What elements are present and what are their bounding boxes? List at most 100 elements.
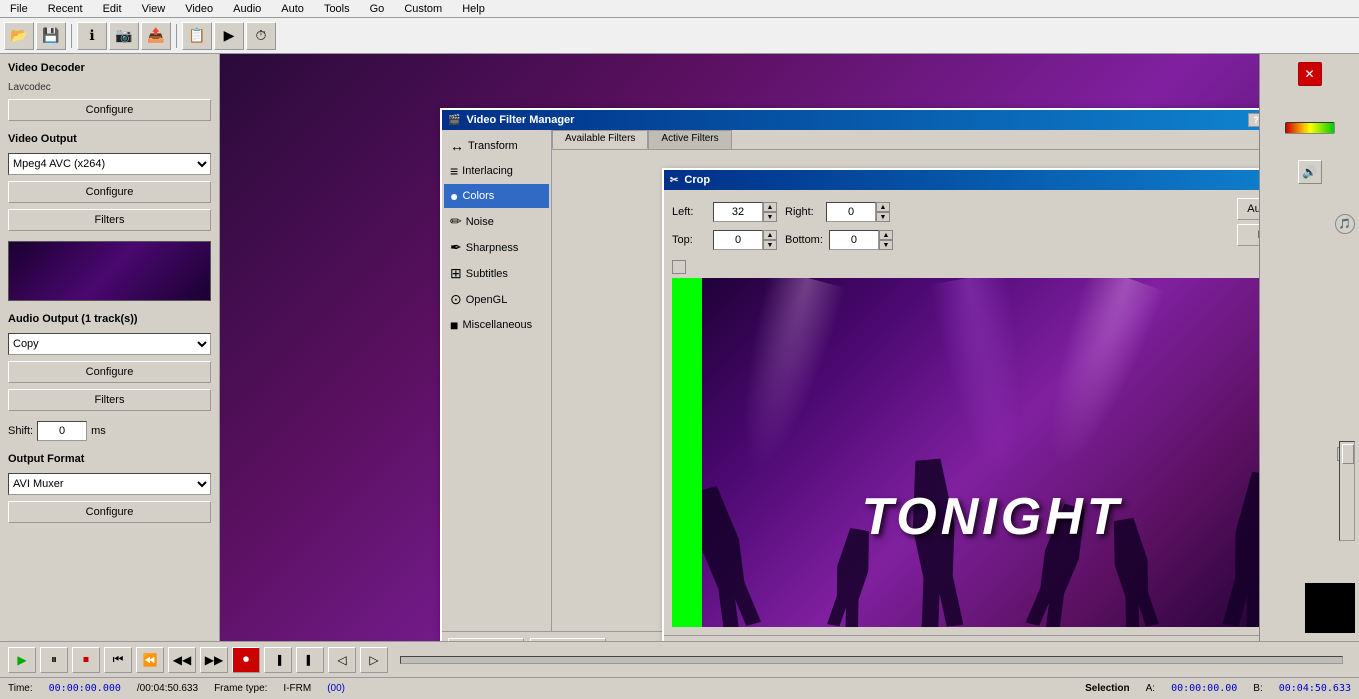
filter-item-opengl[interactable]: ⊙ OpenGL	[444, 287, 549, 312]
rewind-button[interactable]: ⏪	[136, 647, 164, 673]
save-filters-button[interactable]: Save filters	[448, 638, 524, 641]
menu-help[interactable]: Help	[456, 2, 491, 16]
menu-file[interactable]: File	[4, 2, 34, 16]
speaker-icon[interactable]: 🔊	[1298, 160, 1322, 184]
crop-left-up[interactable]: ▲	[763, 202, 777, 212]
volume-bar	[1285, 122, 1335, 134]
sharpness-icon: ✒	[450, 239, 462, 256]
tab-available-filters[interactable]: Available Filters	[552, 130, 648, 149]
save-button[interactable]: 💾	[36, 22, 66, 50]
filter-item-colors[interactable]: ● Colors	[444, 184, 549, 208]
vo-configure-button[interactable]: Configure	[8, 181, 211, 203]
load-filters-button[interactable]: Load filters	[530, 638, 606, 641]
menu-video[interactable]: Video	[179, 2, 219, 16]
step-forward-button[interactable]: ▷	[360, 647, 388, 673]
subtitles-icon: ⊞	[450, 265, 462, 282]
of-configure-button[interactable]: Configure	[8, 501, 211, 523]
ao-configure-button[interactable]: Configure	[8, 361, 211, 383]
filter-label-sharpness: Sharpness	[466, 242, 519, 254]
filter-sidebar: ↔ Transform ≡ Interlacing ● Colors ✏ Noi…	[442, 130, 552, 641]
video-output-format-select[interactable]: Mpeg4 AVC (x264)	[8, 153, 211, 175]
menu-custom[interactable]: Custom	[398, 2, 448, 16]
fast-forward-button[interactable]: ▶▶	[200, 647, 228, 673]
menu-view[interactable]: View	[136, 2, 172, 16]
crop-top-down[interactable]: ▼	[763, 240, 777, 250]
capture-button[interactable]: 📷	[109, 22, 139, 50]
filter-item-misc[interactable]: ■ Miscellaneous	[444, 313, 549, 337]
preview-area: 🎬 Video Filter Manager ? ✕ ↔ Transform ≡	[220, 54, 1259, 641]
tab-active-filters[interactable]: Active Filters	[648, 130, 731, 149]
preview-thumbnail	[8, 241, 211, 301]
misc-icon: ■	[450, 317, 458, 333]
audio-copy-select[interactable]: Copy	[8, 333, 211, 355]
reset-button[interactable]: Reset	[1237, 224, 1259, 246]
menu-recent[interactable]: Recent	[42, 2, 89, 16]
menu-tools[interactable]: Tools	[318, 2, 356, 16]
scrollbar-thumb[interactable]	[1342, 444, 1354, 464]
prev-button[interactable]: ⏮	[104, 647, 132, 673]
crop-right-input[interactable]	[826, 202, 876, 222]
shift-row: Shift: ms	[8, 421, 211, 441]
crop-top-up[interactable]: ▲	[763, 230, 777, 240]
vfm-controls: ? ✕	[1248, 113, 1259, 127]
crop-left-input[interactable]	[713, 202, 763, 222]
vfm-help-button[interactable]: ?	[1248, 113, 1259, 127]
info-button[interactable]: ℹ	[77, 22, 107, 50]
filter-item-subtitles[interactable]: ⊞ Subtitles	[444, 261, 549, 286]
segment-a-button[interactable]: ▐	[264, 647, 292, 673]
properties-button[interactable]: 📋	[182, 22, 212, 50]
crop-right-up[interactable]: ▲	[876, 202, 890, 212]
crop-right-down[interactable]: ▼	[876, 212, 890, 222]
crop-inputs: Left: ▲ ▼	[672, 198, 1227, 254]
ao-filters-button[interactable]: Filters	[8, 389, 211, 411]
crop-right-spinbox-btns: ▲ ▼	[876, 202, 890, 222]
convert-button[interactable]: ▶	[214, 22, 244, 50]
crop-left-spinbox-btns: ▲ ▼	[763, 202, 777, 222]
vd-configure-button[interactable]: Configure	[8, 99, 211, 121]
frame-type-label: Frame type:	[214, 683, 267, 694]
vertical-scrollbar[interactable]	[1339, 441, 1355, 541]
menu-auto[interactable]: Auto	[275, 2, 310, 16]
crop-bottom-input[interactable]	[829, 230, 879, 250]
output-format-select[interactable]: AVI Muxer	[8, 473, 211, 495]
audio-icon[interactable]: 🎵	[1335, 214, 1355, 234]
menu-edit[interactable]: Edit	[97, 2, 128, 16]
play-button[interactable]: ▶	[8, 647, 36, 673]
pause-button[interactable]: ⏸	[40, 647, 68, 673]
crop-top-input[interactable]	[713, 230, 763, 250]
crop-bottom-up[interactable]: ▲	[879, 230, 893, 240]
crop-title-text: Crop	[684, 174, 710, 186]
crop-lock-handle[interactable]	[672, 260, 686, 274]
crop-bottom-buttons: OK Cancel	[664, 635, 1259, 641]
video-filter-manager-dialog: 🎬 Video Filter Manager ? ✕ ↔ Transform ≡	[440, 108, 1259, 641]
filter-item-sharpness[interactable]: ✒ Sharpness	[444, 235, 549, 260]
vo-filters-button[interactable]: Filters	[8, 209, 211, 231]
filter-item-interlacing[interactable]: ≡ Interlacing	[444, 159, 549, 183]
open-button[interactable]: 📂	[4, 22, 34, 50]
shift-input[interactable]	[37, 421, 87, 441]
crop-body: Left: ▲ ▼	[664, 190, 1259, 635]
menu-go[interactable]: Go	[364, 2, 391, 16]
output-format-title: Output Format	[8, 453, 211, 465]
toolbar: 📂 💾 ℹ 📷 📤 📋 ▶ ⏱	[0, 18, 1359, 54]
dancer-6	[1222, 470, 1259, 627]
fast-rewind-button[interactable]: ◀◀	[168, 647, 196, 673]
stop-button[interactable]: ⏹	[72, 647, 100, 673]
filter-item-noise[interactable]: ✏ Noise	[444, 209, 549, 234]
menu-audio[interactable]: Audio	[227, 2, 267, 16]
video-preview-content: TONIGHT	[672, 278, 1259, 627]
schedule-button[interactable]: ⏱	[246, 22, 276, 50]
segment-b-button[interactable]: ▌	[296, 647, 324, 673]
auto-crop-button[interactable]: Auto Crop	[1237, 198, 1259, 220]
crop-left-down[interactable]: ▼	[763, 212, 777, 222]
output-button[interactable]: 📤	[141, 22, 171, 50]
filter-main-content: ✂ Crop ? ✕	[552, 150, 1259, 641]
audio-output-title: Audio Output (1 track(s))	[8, 313, 211, 325]
step-back-button[interactable]: ◁	[328, 647, 356, 673]
menubar: File Recent Edit View Video Audio Auto T…	[0, 0, 1359, 18]
progress-bar[interactable]	[400, 656, 1343, 664]
filter-item-transform[interactable]: ↔ Transform	[444, 134, 549, 158]
colors-icon: ●	[450, 188, 458, 204]
crop-bottom-down[interactable]: ▼	[879, 240, 893, 250]
record-button[interactable]: ⏺	[232, 647, 260, 673]
